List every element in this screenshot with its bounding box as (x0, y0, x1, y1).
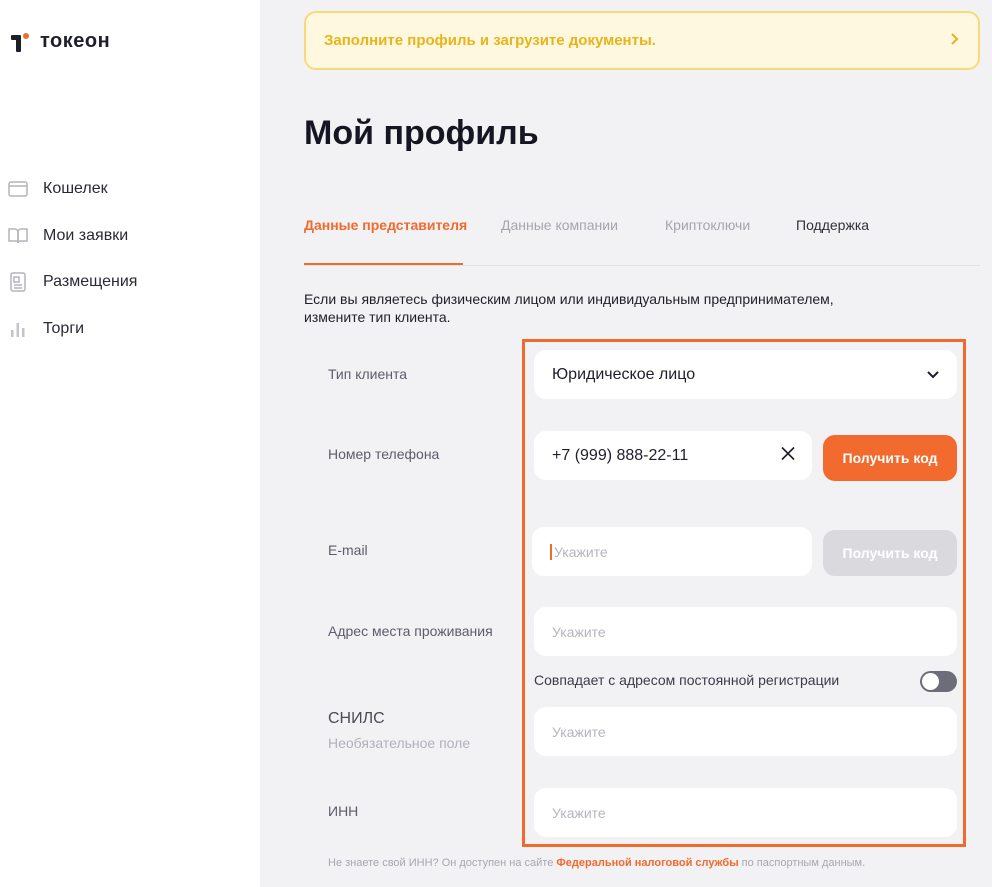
tab-company-data[interactable]: Данные компании (501, 217, 618, 233)
client-type-hint-line: Если вы являетесь физическим лицом или и… (304, 291, 834, 307)
phone-label: Номер телефона (328, 446, 440, 462)
client-type-label: Тип клиента (328, 366, 408, 382)
inn-label: ИНН (328, 803, 359, 819)
logo-icon (10, 31, 32, 53)
page-title: Мой профиль (304, 114, 539, 152)
sidebar-item-trading[interactable]: Торги (8, 306, 137, 353)
profile-banner[interactable]: Заполните профиль и загрузите документы. (304, 11, 980, 70)
active-tab-indicator (304, 263, 463, 265)
chevron-right-icon (950, 30, 960, 51)
sidebar-item-my-requests[interactable]: Мои заявки (8, 213, 137, 260)
banner-text: Заполните профиль и загрузите документы. (324, 32, 656, 49)
bar-chart-icon (8, 319, 28, 339)
wallet-icon (8, 179, 28, 199)
book-icon (8, 226, 28, 246)
footnote-text: Не знаете свой ИНН? Он доступен на сайте (328, 857, 557, 869)
inn-footnote: Не знаете свой ИНН? Он доступен на сайте… (328, 857, 865, 869)
sidebar: токеон Кошелек Мои заявки Размещения Тор… (0, 0, 260, 887)
sidebar-item-label: Торги (43, 319, 85, 337)
sidebar-item-label: Размещения (43, 273, 138, 291)
snils-optional-hint: Необязательное поле (328, 735, 471, 751)
logo-text: токеон (40, 30, 111, 52)
profile-tabs: Данные представителя Данные компании Кри… (304, 200, 980, 266)
sidebar-nav: Кошелек Мои заявки Размещения Торги (8, 166, 137, 352)
snils-label: СНИЛС (328, 710, 385, 727)
tab-representative-data[interactable]: Данные представителя (304, 217, 467, 233)
sidebar-item-placements[interactable]: Размещения (8, 259, 137, 306)
footnote-text: по паспортным данным. (738, 857, 866, 869)
client-type-hint: Если вы являетесь физическим лицом или и… (304, 290, 864, 326)
client-type-hint-line: измените тип клиента. (304, 309, 451, 325)
email-label: E-mail (328, 542, 368, 558)
sidebar-item-wallet[interactable]: Кошелек (8, 166, 137, 213)
sidebar-item-label: Мои заявки (43, 226, 129, 244)
highlight-frame (522, 339, 966, 847)
sidebar-item-label: Кошелек (43, 180, 108, 198)
fns-link[interactable]: Федеральной налоговой службы (556, 857, 738, 869)
logo[interactable]: токеон (10, 30, 110, 53)
tab-crypto-keys[interactable]: Криптоключи (665, 217, 750, 233)
document-icon (8, 272, 28, 292)
address-label: Адрес места проживания (328, 623, 493, 639)
tab-support[interactable]: Поддержка (796, 217, 869, 233)
